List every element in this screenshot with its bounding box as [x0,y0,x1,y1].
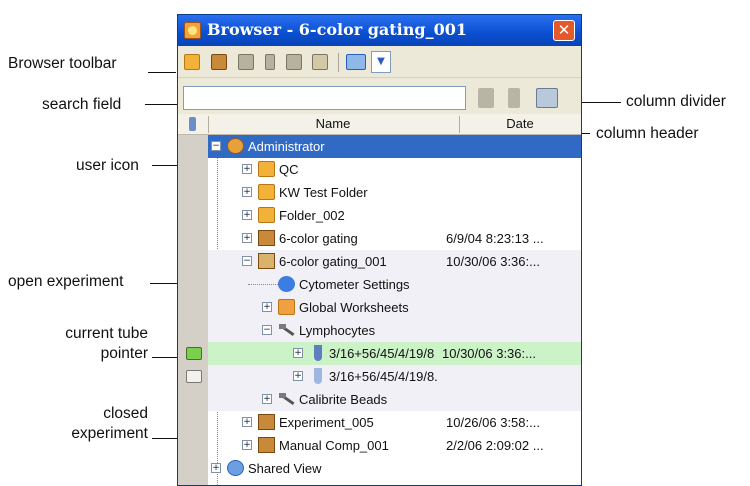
callout-browser-toolbar: Browser toolbar [8,55,117,72]
search-clear-icon[interactable] [536,88,558,108]
tree-item-administrator[interactable]: − Administrator [178,135,581,158]
tube-icon [314,345,322,361]
tree-item-folder-002[interactable]: + Folder_002 [178,204,581,227]
closed-experiment-icon [258,414,275,430]
column-header: Name Date [178,114,581,135]
window-title: Browser - 6-color gating_001 [207,20,467,39]
search-prev-icon[interactable] [478,88,494,108]
new-experiment-icon[interactable] [211,54,227,70]
collapse-icon[interactable]: − [262,325,272,335]
search-next-icon[interactable] [508,88,520,108]
tree-item-calibrite-beads[interactable]: + Calibrite Beads [178,388,581,411]
name-column-header[interactable]: Name [208,114,458,134]
collapse-icon[interactable]: − [211,141,221,151]
chevron-down-icon[interactable]: ▼ [371,51,391,73]
search-row [178,78,581,114]
callout-column-divider: column divider [626,93,726,110]
export-icon[interactable] [346,54,366,70]
cytometer-settings-icon [278,276,295,292]
tube-pointer-icon[interactable] [186,370,202,383]
user-icon [227,138,244,154]
expand-icon[interactable]: + [242,164,252,174]
search-input[interactable] [183,86,466,110]
tree-item-6-color-gating[interactable]: + 6-color gating 6/9/04 8:23:13 ... [178,227,581,250]
current-tube-pointer-icon[interactable] [186,347,202,360]
callout-current-tube: current tube pointer [65,325,148,362]
expand-icon[interactable]: + [242,233,252,243]
tree-item-tube[interactable]: + 3/16+56/45/4/19/8. [178,365,581,388]
browser-app-icon [184,22,201,39]
new-worksheet-icon[interactable] [286,54,302,70]
closed-experiment-icon [258,230,275,246]
tree-item-current-tube[interactable]: + 3/16+56/45/4/19/8 10/30/06 3:36:... [178,342,581,365]
expand-icon[interactable]: + [242,210,252,220]
tube-icon [314,368,322,384]
tree-item-cytometer-settings[interactable]: Cytometer Settings [178,273,581,296]
folder-icon [258,184,275,200]
expand-icon[interactable]: + [242,187,252,197]
browser-window: Browser - 6-color gating_001 ✕ ▼ Name Da… [177,14,582,486]
expand-icon[interactable]: + [211,463,221,473]
properties-icon[interactable] [312,54,328,70]
new-folder-icon[interactable] [184,54,200,70]
new-tube-icon[interactable] [265,54,275,70]
callout-search-field: search field [42,96,122,113]
callout-column-header: column header [596,125,699,142]
tree-item-6-color-gating-001[interactable]: − 6-color gating_001 10/30/06 3:36:... [178,250,581,273]
tree-item-kw-test-folder[interactable]: + KW Test Folder [178,181,581,204]
closed-experiment-icon [258,437,275,453]
collapse-icon[interactable]: − [242,256,252,266]
folder-icon [258,161,275,177]
tube-column-icon [189,117,196,131]
callout-user-icon: user icon [76,157,139,174]
tree-item-manual-comp-001[interactable]: + Manual Comp_001 2/2/06 2:09:02 ... [178,434,581,457]
browser-tree: − Administrator + QC + KW Test Folder + … [178,135,581,485]
tree-item-qc[interactable]: + QC [178,158,581,181]
expand-icon[interactable]: + [293,348,303,358]
specimen-icon [278,322,295,338]
worksheets-folder-icon [278,299,295,315]
browser-toolbar: ▼ [178,46,581,78]
expand-icon[interactable]: + [262,394,272,404]
callout-open-experiment: open experiment [8,273,124,290]
folder-icon [258,207,275,223]
open-experiment-icon [258,253,275,269]
pointer-column-header[interactable] [180,114,206,134]
expand-icon[interactable]: + [242,417,252,427]
title-bar[interactable]: Browser - 6-color gating_001 ✕ [178,15,581,46]
tree-item-global-worksheets[interactable]: + Global Worksheets [178,296,581,319]
expand-icon[interactable]: + [242,440,252,450]
close-button[interactable]: ✕ [553,20,575,41]
callout-closed-experiment: closed experiment [71,405,148,442]
tree-item-lymphocytes[interactable]: − Lymphocytes [178,319,581,342]
date-column-header[interactable]: Date [460,114,580,134]
shared-view-icon [227,460,244,476]
tree-item-experiment-005[interactable]: + Experiment_005 10/26/06 3:58:... [178,411,581,434]
tree-item-shared-view[interactable]: + Shared View [178,457,581,480]
new-specimen-icon[interactable] [238,54,254,70]
expand-icon[interactable]: + [262,302,272,312]
expand-icon[interactable]: + [293,371,303,381]
specimen-icon [278,391,295,407]
